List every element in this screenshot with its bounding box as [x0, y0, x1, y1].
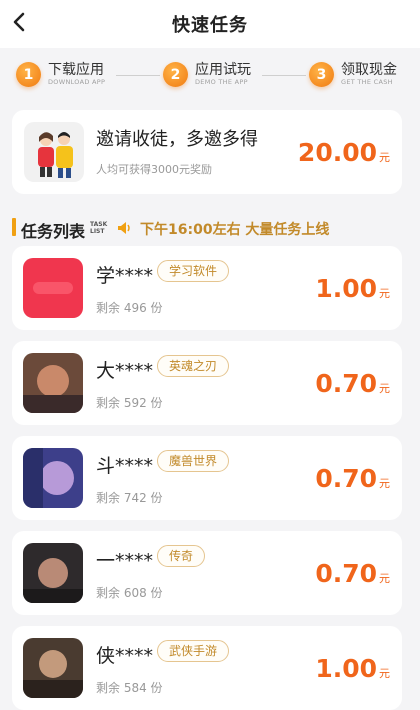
task-card[interactable]: 侠**** 武侠手游 剩余 584 份 1.00 元 — [12, 626, 402, 710]
task-name: 学**** — [96, 265, 154, 287]
task-card[interactable]: 学**** 学习软件 剩余 496 份 1.00 元 — [12, 246, 402, 330]
step-divider — [262, 75, 306, 76]
header-bar: 快速任务 — [0, 0, 420, 48]
task-name: 大**** — [96, 360, 154, 382]
task-tag: 武侠手游 — [157, 640, 230, 662]
title-en-line: LIST — [90, 228, 105, 235]
section-accent-bar — [12, 218, 16, 236]
task-remaining: 剩余 592 份 — [96, 396, 163, 410]
currency-unit: 元 — [379, 477, 390, 490]
task-reward: 0.70 元 — [315, 559, 390, 588]
task-reward: 0.70 元 — [315, 369, 390, 398]
app-icon — [23, 448, 83, 508]
task-remaining: 剩余 742 份 — [96, 491, 163, 505]
task-tag: 英魂之刃 — [157, 355, 230, 377]
task-price: 0.70 — [315, 464, 377, 493]
currency-unit: 元 — [379, 287, 390, 300]
task-card[interactable]: 斗**** 魔兽世界 剩余 742 份 0.70 元 — [12, 436, 402, 520]
task-list-title: 任务列表 — [21, 222, 86, 241]
title-en-line: TASK — [90, 221, 108, 228]
currency-unit: 元 — [379, 572, 390, 585]
task-reward: 0.70 元 — [315, 464, 390, 493]
step-sublabel: DOWNLOAD APP — [48, 78, 106, 86]
step-download: 1 下载应用 DOWNLOAD APP — [16, 62, 105, 87]
invite-illustration — [24, 122, 84, 182]
task-remaining: 剩余 608 份 — [96, 586, 163, 600]
task-notice: 下午16:00左右 大量任务上线 — [140, 222, 330, 238]
task-reward: 1.00 元 — [315, 654, 390, 683]
step-label: 应用试玩 — [195, 62, 251, 78]
task-remaining: 剩余 584 份 — [96, 681, 163, 695]
task-price: 1.00 — [315, 654, 377, 683]
currency-unit: 元 — [379, 382, 390, 395]
invite-headline: 邀请收徒，多邀多得 — [96, 129, 258, 150]
app-icon — [23, 543, 83, 603]
task-list-header: 任务列表 TASK LIST 下午16:00左右 大量任务上线 — [12, 214, 412, 241]
app-icon — [23, 638, 83, 698]
app-icon — [23, 353, 83, 413]
currency-unit: 元 — [379, 151, 390, 164]
steps-bar: 1 下载应用 DOWNLOAD APP 2 应用试玩 DEMO THE APP … — [0, 48, 420, 98]
people-icon — [38, 132, 73, 178]
task-name: 侠**** — [96, 645, 154, 667]
step-label: 下载应用 — [48, 62, 104, 78]
task-name: 一**** — [96, 550, 154, 572]
task-price: 0.70 — [315, 369, 377, 398]
task-remaining: 剩余 496 份 — [96, 301, 163, 315]
app-icon — [23, 258, 83, 318]
step-cash: 3 领取现金 GET THE CASH — [309, 62, 397, 87]
speaker-icon — [118, 222, 130, 234]
invite-banner[interactable]: 邀请收徒，多邀多得 人均可获得3000元奖励 20.00 元 — [12, 110, 402, 194]
step-number-badge: 1 — [16, 62, 41, 87]
step-number-badge: 2 — [163, 62, 188, 87]
task-card[interactable]: 大**** 英魂之刃 剩余 592 份 0.70 元 — [12, 341, 402, 425]
step-number-badge: 3 — [309, 62, 334, 87]
task-reward: 1.00 元 — [315, 274, 390, 303]
task-tag: 学习软件 — [157, 260, 230, 282]
step-demo: 2 应用试玩 DEMO THE APP — [163, 62, 251, 87]
back-arrow-icon[interactable] — [8, 10, 32, 34]
task-name: 斗**** — [96, 455, 154, 477]
task-list-title-en: TASK LIST — [90, 221, 110, 235]
task-tag: 传奇 — [157, 545, 206, 567]
step-sublabel: DEMO THE APP — [195, 78, 248, 86]
step-divider — [116, 75, 160, 76]
task-price: 0.70 — [315, 559, 377, 588]
invite-subtext: 人均可获得3000元奖励 — [96, 163, 212, 176]
task-card[interactable]: 一**** 传奇 剩余 608 份 0.70 元 — [12, 531, 402, 615]
currency-unit: 元 — [379, 667, 390, 680]
invite-reward-amount: 20.00 — [297, 138, 377, 167]
task-price: 1.00 — [315, 274, 377, 303]
page-title: 快速任务 — [172, 15, 248, 36]
step-sublabel: GET THE CASH — [341, 78, 393, 86]
step-label: 领取现金 — [341, 62, 397, 78]
task-tag: 魔兽世界 — [157, 450, 230, 472]
invite-reward: 20.00 元 — [298, 138, 390, 167]
